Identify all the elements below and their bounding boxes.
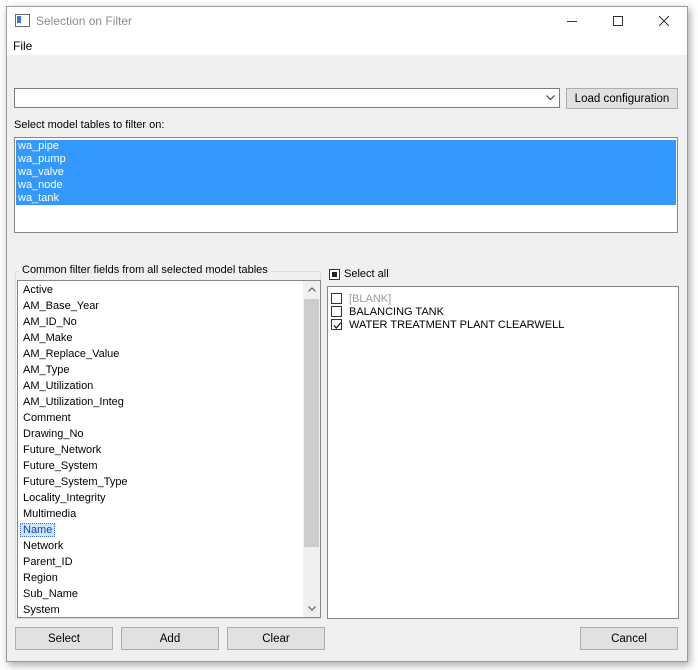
select-all-box[interactable] — [329, 268, 340, 280]
field-list-item[interactable]: AM_Base_Year — [18, 298, 304, 314]
chevron-down-icon — [546, 95, 555, 101]
table-list-item[interactable]: wa_pipe — [16, 140, 676, 153]
field-list-item-label: Region — [23, 572, 58, 584]
field-list-item[interactable]: AM_Replace_Value — [18, 346, 304, 362]
field-list-item-label: Multimedia — [23, 508, 77, 520]
chevron-up-icon — [307, 287, 316, 292]
table-list-item[interactable]: wa_tank — [16, 192, 676, 205]
field-list-item[interactable]: Active — [18, 282, 304, 298]
field-list-item-label: Comment — [23, 412, 71, 424]
scroll-up-button[interactable] — [303, 281, 320, 298]
field-list-item-label: Drawing_No — [23, 428, 84, 440]
minimize-icon — [567, 21, 577, 22]
field-list-item[interactable]: AM_Type — [18, 362, 304, 378]
field-list-item-label: Locality_Integrity — [23, 492, 106, 504]
field-list-item-label: AM_Replace_Value — [23, 348, 120, 360]
field-list-item-label: Future_System — [23, 460, 98, 472]
configuration-combo[interactable] — [14, 88, 560, 108]
value-list-item-label: [BLANK] — [349, 292, 392, 305]
field-list-item-label: Active — [23, 284, 53, 296]
field-list-item[interactable]: Locality_Integrity — [18, 490, 304, 506]
select-all-label: Select all — [344, 268, 389, 280]
select-all-checkbox[interactable]: Select all — [329, 267, 389, 281]
selection-on-filter-window: Selection on Filter File Load configurat… — [6, 6, 688, 662]
scroll-down-button[interactable] — [303, 600, 320, 617]
maximize-icon — [613, 16, 623, 26]
field-list-item[interactable]: AM_Make — [18, 330, 304, 346]
field-list-item-label: AM_Utilization_Integ — [23, 396, 124, 408]
table-list-item[interactable]: wa_node — [16, 179, 676, 192]
field-list-item[interactable]: Sub_Name — [18, 586, 304, 602]
field-list-item[interactable]: Network — [18, 538, 304, 554]
field-list-item-label: Network — [23, 540, 64, 552]
value-list-item[interactable]: BALANCING TANK — [328, 305, 678, 318]
menu-bar: File — [7, 35, 687, 55]
load-configuration-button[interactable]: Load configuration — [566, 88, 678, 109]
field-list-item-label: Sub_Name — [23, 588, 79, 600]
filter-fields-label: Common filter fields from all selected m… — [19, 264, 271, 276]
field-list-item-label: AM_Base_Year — [23, 300, 100, 312]
field-list-item-label: Future_Network — [23, 444, 102, 456]
unchecked-checkbox[interactable] — [331, 306, 342, 317]
field-list-item[interactable]: Drawing_No — [18, 426, 304, 442]
field-list-item-label: AM_ID_No — [23, 316, 77, 328]
value-list-item[interactable]: WATER TREATMENT PLANT CLEARWELL — [328, 318, 678, 331]
field-list-item-label: Future_System_Type — [23, 476, 128, 488]
checkmark-icon — [333, 322, 342, 329]
checked-checkbox[interactable] — [331, 319, 342, 330]
table-list-item[interactable]: wa_pump — [16, 153, 676, 166]
window-title: Selection on Filter — [36, 14, 133, 28]
field-list-item-label: AM_Make — [23, 332, 73, 344]
field-list-item[interactable]: AM_ID_No — [18, 314, 304, 330]
field-list-item[interactable]: Future_System — [18, 458, 304, 474]
field-list-item[interactable]: Future_System_Type — [18, 474, 304, 490]
field-list-item[interactable]: Name — [18, 522, 304, 538]
model-tables-list[interactable]: wa_pipe wa_pump wa_valve wa_node wa_tank — [14, 137, 678, 233]
field-list-item[interactable]: Multimedia — [18, 506, 304, 522]
add-button[interactable]: Add — [121, 627, 219, 650]
title-bar[interactable]: Selection on Filter — [7, 7, 687, 35]
field-list-item[interactable]: Comment — [18, 410, 304, 426]
field-list-item[interactable]: AM_Utilization — [18, 378, 304, 394]
tables-label: Select model tables to filter on: — [14, 119, 165, 131]
field-list-item[interactable]: Parent_ID — [18, 554, 304, 570]
field-list-item-label: AM_Utilization — [23, 380, 94, 392]
menu-file[interactable]: File — [13, 39, 32, 53]
cancel-button[interactable]: Cancel — [580, 627, 678, 650]
filter-fields-list[interactable]: Active AM_Base_Year AM_ID_No AM_Make AM_Repl… — [17, 280, 321, 618]
field-list-item-label: System — [23, 604, 60, 616]
close-button[interactable] — [641, 7, 687, 35]
chevron-down-icon — [307, 606, 316, 611]
value-list-item-label: WATER TREATMENT PLANT CLEARWELL — [349, 318, 565, 331]
filter-values-list[interactable]: [BLANK] BALANCING TANK WATER TREATMENT PLA… — [327, 286, 679, 619]
unchecked-checkbox[interactable] — [331, 293, 342, 304]
table-list-item[interactable]: wa_valve — [16, 166, 676, 179]
field-list-item-label: Parent_ID — [23, 556, 73, 568]
value-list-item[interactable]: [BLANK] — [328, 292, 678, 305]
field-list-item-label: Name — [20, 523, 56, 537]
field-list-item[interactable]: AM_Utilization_Integ — [18, 394, 304, 410]
field-list-item[interactable]: Region — [18, 570, 304, 586]
app-icon — [15, 14, 30, 27]
close-icon — [659, 16, 669, 26]
maximize-button[interactable] — [595, 7, 641, 35]
clear-button[interactable]: Clear — [227, 627, 325, 650]
value-list-item-label: BALANCING TANK — [349, 305, 444, 318]
select-button[interactable]: Select — [15, 627, 113, 650]
fields-scrollbar[interactable] — [303, 281, 320, 617]
minimize-button[interactable] — [549, 7, 595, 35]
scrollbar-thumb[interactable] — [304, 299, 319, 547]
field-list-item[interactable]: System — [18, 602, 304, 617]
field-list-item-label: AM_Type — [23, 364, 70, 376]
field-list-item[interactable]: Future_Network — [18, 442, 304, 458]
